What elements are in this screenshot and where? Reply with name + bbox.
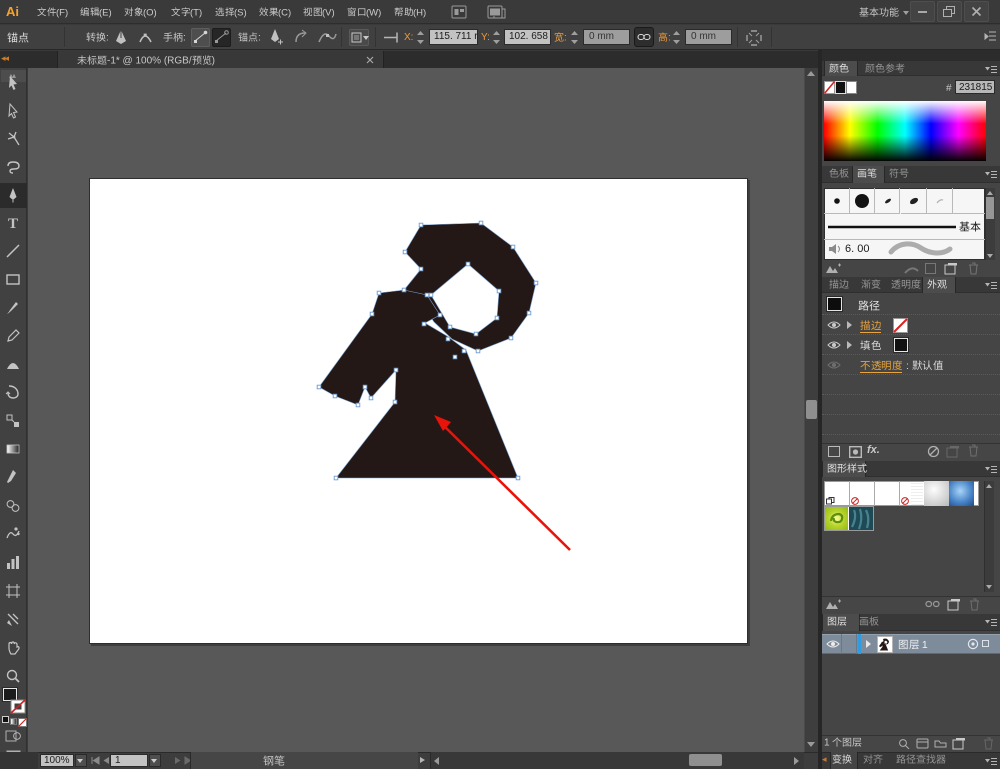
svg-text:T: T (8, 216, 18, 232)
